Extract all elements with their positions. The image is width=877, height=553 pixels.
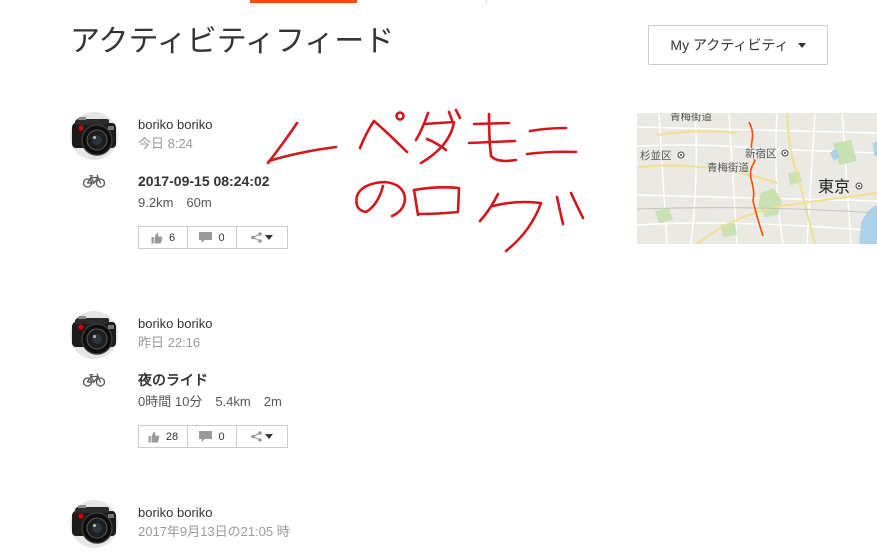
stat-elevation: 60m: [186, 195, 212, 210]
map-label-road-top: 青梅街道: [670, 113, 712, 123]
caret-down-icon: [265, 235, 273, 240]
activity-timestamp: 昨日 22:16: [138, 335, 201, 350]
handwritten-annotation: [266, 108, 585, 253]
stat-moving-time: 0時間 10分: [138, 394, 203, 409]
athlete-name-link[interactable]: boriko boriko: [138, 117, 212, 133]
activity-title-link[interactable]: 2017-09-15 08:24:02: [138, 172, 270, 190]
athlete-avatar[interactable]: [70, 311, 118, 359]
caret-down-icon: [797, 42, 806, 48]
athlete-name-link[interactable]: boriko boriko: [138, 316, 212, 332]
share-icon: [251, 232, 262, 243]
comment-icon: [199, 232, 213, 243]
kudos-button[interactable]: 6: [138, 226, 188, 249]
bicycle-icon: [82, 373, 106, 387]
activity-timestamp: 2017年9月13日の21:05 時: [138, 524, 290, 539]
feed-entry: boriko boriko 2017年9月13日の21:05 時: [0, 500, 637, 550]
activity-actions: 28 0: [138, 425, 288, 448]
route-map: 青梅街道 杉並区 青梅街道 新宿区 東京: [637, 113, 877, 244]
athlete-avatar[interactable]: [70, 112, 118, 160]
caret-down-icon: [265, 434, 273, 439]
activity-stats: 0時間 10分 5.4km 2m: [138, 394, 295, 410]
map-label-road: 青梅街道: [707, 161, 749, 174]
comment-count: 0: [218, 231, 225, 244]
comment-count: 0: [218, 430, 225, 443]
share-icon: [251, 431, 262, 442]
stat-distance: 5.4km: [215, 394, 251, 409]
comment-button[interactable]: 0: [187, 226, 237, 249]
feed-entry: boriko boriko 昨日 22:16 夜のライド 0時間 10分 5.4k…: [0, 311, 637, 451]
place-marker-icon: [781, 149, 789, 157]
activity-filter-label: My アクティビティ: [670, 37, 789, 53]
bicycle-icon: [82, 174, 106, 188]
activity-timestamp: 今日 8:24: [138, 136, 193, 151]
camera-avatar-image: [70, 500, 118, 548]
activity-filter-dropdown[interactable]: My アクティビティ: [648, 25, 828, 65]
page-title: アクティビティフィード: [70, 25, 395, 58]
activity-actions: 6 0: [138, 226, 288, 249]
athlete-avatar[interactable]: [70, 500, 118, 548]
stat-distance: 9.2km: [138, 195, 174, 210]
share-button[interactable]: [236, 226, 288, 249]
kudos-button[interactable]: 28: [138, 425, 188, 448]
map-label-tokyo: 東京: [818, 177, 850, 196]
athlete-name-link[interactable]: boriko boriko: [138, 505, 212, 521]
thumbs-up-icon: [151, 232, 163, 244]
nav-divider: [486, 0, 487, 4]
camera-avatar-image: [70, 311, 118, 359]
camera-avatar-image: [70, 112, 118, 160]
comment-icon: [199, 431, 213, 442]
thumbs-up-icon: [148, 431, 160, 443]
place-marker-icon: [855, 182, 863, 190]
feed-entry: boriko boriko 今日 8:24 2017-09-15 08:24:0…: [0, 112, 637, 252]
activity-title-link[interactable]: 夜のライド: [138, 371, 208, 389]
kudos-count: 28: [165, 430, 179, 443]
share-button[interactable]: [236, 425, 288, 448]
stat-elevation: 2m: [263, 394, 282, 409]
comment-button[interactable]: 0: [187, 425, 237, 448]
active-tab-indicator: [250, 0, 357, 3]
place-marker-icon: [677, 151, 685, 159]
activity-stats: 9.2km 60m: [138, 195, 225, 211]
map-label-suginami: 杉並区: [640, 149, 672, 162]
map-label-shinjuku: 新宿区: [745, 147, 777, 160]
activity-map[interactable]: 青梅街道 杉並区 青梅街道 新宿区 東京: [637, 113, 877, 244]
kudos-count: 6: [168, 231, 176, 244]
